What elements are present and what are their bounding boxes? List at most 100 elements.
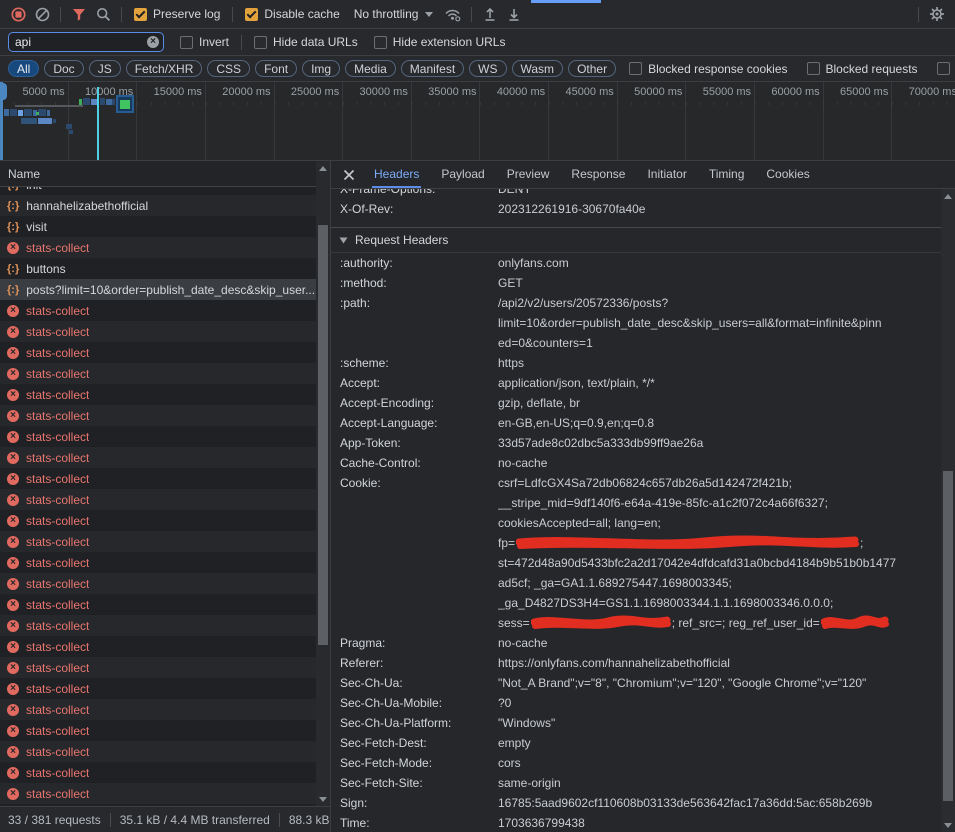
error-icon: × — [7, 326, 19, 338]
timeline-overview[interactable]: 5000 ms10000 ms15000 ms20000 ms25000 ms3… — [0, 82, 955, 161]
waterfall-blip — [36, 112, 39, 115]
request-row[interactable]: ×stats-collect — [0, 720, 316, 741]
request-row[interactable]: ×stats-collect — [0, 300, 316, 321]
request-row[interactable]: ×stats-collect — [0, 489, 316, 510]
type-filter-fetch-xhr[interactable]: Fetch/XHR — [126, 60, 203, 77]
scroll-down-button[interactable] — [316, 792, 330, 806]
request-row[interactable]: ×stats-collect — [0, 741, 316, 762]
hide-data-urls-checkbox[interactable] — [254, 36, 267, 49]
tab-preview[interactable]: Preview — [496, 161, 561, 188]
request-row[interactable]: ×stats-collect — [0, 237, 316, 258]
header-name: Sec-Ch-Ua-Platform: — [331, 713, 498, 733]
hide-extension-urls-checkbox[interactable] — [374, 36, 387, 49]
request-row[interactable]: ×stats-collect — [0, 384, 316, 405]
tab-timing[interactable]: Timing — [698, 161, 756, 188]
timeline-tick: 15000 ms — [137, 82, 206, 160]
request-row[interactable]: ×stats-collect — [0, 363, 316, 384]
har-export-button[interactable] — [502, 3, 526, 25]
invert-checkbox[interactable] — [180, 36, 193, 49]
type-filter-ws[interactable]: WS — [469, 60, 506, 77]
request-row[interactable]: {:}posts?limit=10&order=publish_date_des… — [0, 279, 316, 300]
header-value-line: ad5cf; _ga=GA1.1.689275447.1698003345; — [498, 573, 941, 593]
scroll-up-button[interactable] — [316, 161, 330, 175]
request-name: stats-collect — [26, 430, 89, 444]
network-conditions-button[interactable] — [441, 3, 465, 25]
type-filter-font[interactable]: Font — [255, 60, 297, 77]
request-row[interactable]: ×stats-collect — [0, 531, 316, 552]
clear-filter-icon[interactable]: × — [147, 36, 159, 48]
header-value: 16785:5aad9602cf110608b03133de563642fac1… — [498, 793, 941, 813]
error-icon: × — [7, 515, 19, 527]
type-filter-js[interactable]: JS — [89, 60, 121, 77]
type-filter-other[interactable]: Other — [568, 60, 616, 77]
filter-button[interactable] — [67, 3, 91, 25]
request-row[interactable]: ×stats-collect — [0, 342, 316, 363]
request-row[interactable]: ×stats-collect — [0, 594, 316, 615]
settings-gear-button[interactable] — [925, 3, 949, 25]
tab-cookies[interactable]: Cookies — [755, 161, 820, 188]
request-row[interactable]: ×stats-collect — [0, 405, 316, 426]
request-row[interactable]: ×stats-collect — [0, 468, 316, 489]
scrollbar-thumb[interactable] — [943, 471, 953, 801]
request-row[interactable]: ×stats-collect — [0, 657, 316, 678]
filter-input[interactable] — [8, 32, 164, 52]
request-headers-section-toggle[interactable]: Request Headers — [331, 227, 941, 253]
waterfall-blip — [38, 109, 46, 116]
type-filter-wasm[interactable]: Wasm — [512, 60, 564, 77]
request-list-scrollbar[interactable] — [316, 161, 330, 806]
type-filter-all[interactable]: All — [8, 60, 39, 77]
tab-initiator[interactable]: Initiator — [636, 161, 697, 188]
request-row[interactable]: ×stats-collect — [0, 447, 316, 468]
preserve-log-checkbox[interactable] — [134, 8, 147, 21]
type-filter-img[interactable]: Img — [302, 60, 340, 77]
request-row[interactable]: {:}hannahelizabethofficial — [0, 195, 316, 216]
clear-button[interactable] — [30, 3, 54, 25]
tab-payload[interactable]: Payload — [430, 161, 495, 188]
third-party-requests-checkbox[interactable] — [937, 62, 950, 75]
header-row: Sec-Ch-Ua-Mobile:?0 — [331, 693, 941, 713]
header-value: https — [498, 353, 941, 373]
scroll-down-button[interactable] — [941, 818, 955, 832]
request-row[interactable]: ×stats-collect — [0, 426, 316, 447]
request-row[interactable]: ×stats-collect — [0, 699, 316, 720]
har-import-button[interactable] — [478, 3, 502, 25]
header-value-line: empty — [498, 733, 941, 753]
request-row[interactable]: {:}visit — [0, 216, 316, 237]
type-filter-doc[interactable]: Doc — [44, 60, 83, 77]
type-filter-css[interactable]: CSS — [207, 60, 250, 77]
request-row[interactable]: ×stats-collect — [0, 783, 316, 804]
request-row[interactable]: {:}buttons — [0, 258, 316, 279]
record-button[interactable] — [6, 3, 30, 25]
scroll-up-button[interactable] — [941, 189, 955, 203]
name-column-header[interactable]: Name — [0, 161, 316, 187]
overview-grip[interactable] — [0, 83, 7, 100]
request-row[interactable]: ×stats-collect — [0, 636, 316, 657]
blocked-response-cookies-checkbox[interactable] — [629, 62, 642, 75]
search-button[interactable] — [91, 3, 115, 25]
request-row[interactable]: ×stats-collect — [0, 321, 316, 342]
request-row[interactable]: ×stats-collect — [0, 552, 316, 573]
scrollbar-thumb[interactable] — [318, 225, 328, 645]
detail-scrollbar[interactable] — [941, 189, 955, 832]
header-value-line: no-cache — [498, 453, 941, 473]
toolbar-divider — [60, 7, 61, 22]
tab-headers[interactable]: Headers — [363, 161, 430, 188]
close-detail-button[interactable] — [335, 161, 363, 188]
request-row[interactable]: ×stats-collect — [0, 510, 316, 531]
header-value: 1703636799438 — [498, 813, 941, 832]
error-icon: × — [7, 725, 19, 737]
request-name: posts?limit=10&order=publish_date_desc&s… — [26, 283, 315, 297]
error-icon: × — [7, 578, 19, 590]
throttling-select[interactable]: No throttling — [354, 7, 434, 21]
disable-cache-checkbox[interactable] — [245, 8, 258, 21]
blocked-requests-checkbox[interactable] — [807, 62, 820, 75]
type-filter-manifest[interactable]: Manifest — [401, 60, 464, 77]
request-row[interactable]: ×stats-collect — [0, 762, 316, 783]
type-filter-media[interactable]: Media — [345, 60, 396, 77]
request-row[interactable]: ×stats-collect — [0, 615, 316, 636]
request-row[interactable]: ×stats-collect — [0, 573, 316, 594]
request-row[interactable]: {:}init — [0, 187, 316, 195]
header-name: Time: — [331, 813, 498, 832]
request-row[interactable]: ×stats-collect — [0, 678, 316, 699]
tab-response[interactable]: Response — [560, 161, 636, 188]
